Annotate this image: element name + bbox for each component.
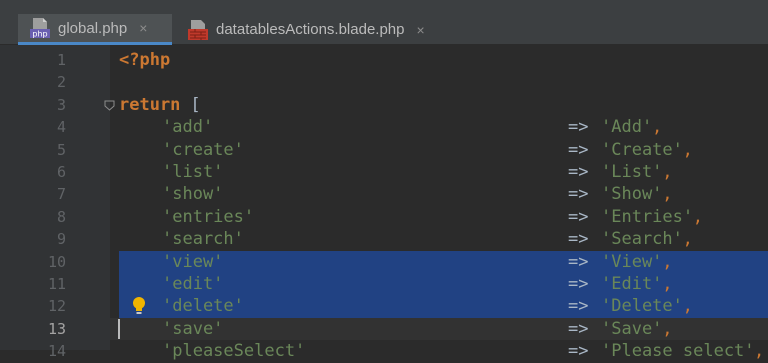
blade-file-icon: [188, 19, 208, 41]
arrow-operator: =>: [568, 274, 589, 294]
comma: ,: [682, 229, 693, 250]
tool-window-strip: [0, 45, 12, 350]
arrow-operator: =>: [568, 318, 589, 339]
comma: ,: [662, 251, 673, 272]
array-value: 'View': [601, 251, 663, 272]
text-caret: [118, 318, 120, 339]
comma: ,: [652, 117, 663, 138]
array-value: 'Edit': [601, 274, 663, 294]
tab-label: datatablesActions.blade.php: [216, 21, 405, 38]
array-key: 'view': [162, 251, 224, 272]
line-number: 11: [47, 275, 66, 293]
array-key: 'add': [162, 117, 214, 138]
php-file-icon: php: [30, 17, 50, 39]
array-value: 'Please select': [601, 341, 755, 362]
tab-label: global.php: [58, 19, 128, 37]
php-icon-label: php: [32, 30, 47, 39]
array-key: 'create': [162, 139, 244, 160]
line-number: 1: [56, 51, 66, 69]
comma: ,: [662, 184, 673, 205]
fold-marker-icon[interactable]: [104, 100, 115, 111]
line-number: 14: [47, 342, 66, 361]
arrow-operator: =>: [568, 341, 589, 362]
lightbulb-intention-icon[interactable]: [131, 296, 147, 316]
tab-datatables-actions[interactable]: datatablesActions.blade.php ×: [176, 14, 472, 45]
arrow-operator: =>: [568, 206, 589, 227]
array-key: 'show': [162, 184, 224, 205]
arrow-operator: =>: [568, 229, 589, 250]
code-token: [: [180, 94, 201, 115]
comma: ,: [662, 274, 673, 294]
comma: ,: [682, 139, 693, 160]
array-value: 'Entries': [601, 206, 694, 227]
array-value: 'Create': [601, 139, 683, 160]
array-value: 'Delete': [601, 296, 683, 317]
array-key: 'edit': [162, 274, 224, 294]
line-number: 6: [56, 163, 66, 181]
arrow-operator: =>: [568, 117, 589, 138]
line-number: 8: [56, 207, 66, 226]
close-icon[interactable]: ×: [139, 20, 147, 36]
comma: ,: [692, 206, 704, 227]
line-number: 3: [56, 95, 66, 114]
array-key: 'pleaseSelect': [162, 341, 306, 362]
tab-global-php[interactable]: php global.php ×: [18, 14, 172, 45]
array-key: 'delete': [162, 296, 244, 317]
array-value: 'Search': [601, 229, 683, 250]
comma: ,: [662, 318, 673, 339]
arrow-operator: =>: [568, 296, 589, 317]
array-key: 'search': [162, 229, 244, 250]
close-icon[interactable]: ×: [416, 22, 424, 38]
line-number: 13: [47, 319, 66, 338]
line-number: 10: [47, 252, 66, 271]
line-number: 4: [56, 118, 66, 137]
array-value: 'Add': [601, 117, 653, 138]
line-number: 9: [56, 230, 66, 249]
line-number: 12: [47, 297, 66, 316]
arrow-operator: =>: [568, 139, 589, 160]
arrow-operator: =>: [568, 184, 589, 205]
array-value: 'Show': [601, 184, 663, 205]
line-number: 7: [56, 185, 66, 204]
line-number: 5: [56, 140, 66, 159]
array-value: 'List': [601, 162, 663, 182]
comma: ,: [754, 341, 765, 362]
keyword: return: [119, 94, 181, 115]
array-value: 'Save': [601, 318, 663, 339]
comma: ,: [682, 296, 693, 317]
arrow-operator: =>: [568, 251, 589, 272]
php-open-tag: <?php: [119, 50, 171, 70]
arrow-operator: =>: [568, 162, 589, 182]
array-key: 'save': [162, 318, 224, 339]
editor-tab-bar: php global.php × datatablesActions.blade…: [0, 0, 768, 45]
comma: ,: [662, 162, 673, 182]
line-number: 2: [56, 73, 66, 92]
array-key: 'list': [162, 162, 224, 182]
array-key: 'entries': [162, 206, 255, 227]
